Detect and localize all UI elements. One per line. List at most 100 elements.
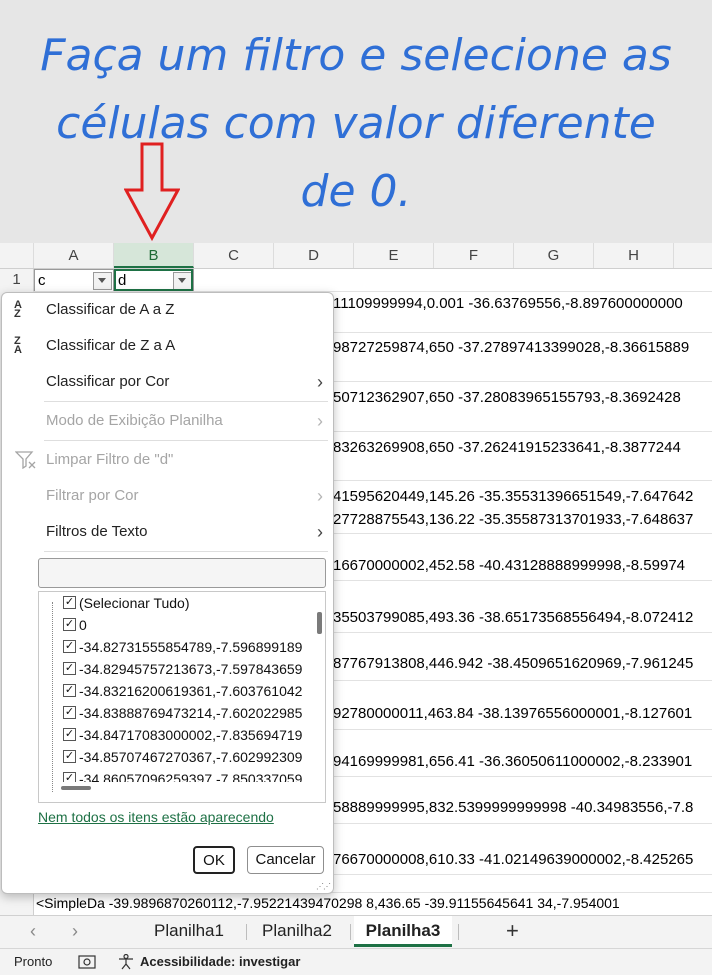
- tab-separator: [350, 924, 351, 940]
- checkbox-checked-icon[interactable]: ✓: [63, 662, 76, 675]
- sheet-tab-bar: ‹ › Planilha1 Planilha2 Planilha3 +: [0, 915, 712, 948]
- cell-a1-value: c: [38, 272, 46, 289]
- not-all-items-notice[interactable]: Nem todos os itens estão aparecendo: [38, 809, 274, 825]
- instruction-line-2: células com valor diferente: [56, 98, 656, 149]
- list-item-label: -34.82731555854789,-7.596899189: [79, 639, 303, 655]
- checkbox-checked-icon[interactable]: ✓: [63, 618, 76, 631]
- list-item[interactable]: ✓ -34.85707467270367,-7.602992309: [39, 746, 307, 768]
- sort-by-color-item[interactable]: Classificar por Cor ›: [2, 365, 333, 399]
- list-item[interactable]: ✓ -34.82731555854789,-7.596899189: [39, 636, 307, 658]
- down-arrow-icon: [124, 142, 180, 242]
- previous-sheet-icon[interactable]: ‹: [30, 916, 36, 946]
- checkbox-checked-icon[interactable]: ✓: [63, 684, 76, 697]
- cell-row-text: 50712362907,650 -37.28083965155793,-8.36…: [333, 389, 681, 406]
- cell-row-text: 41595620449,145.26 -35.35531396651549,-7…: [333, 488, 694, 505]
- sort-by-color-label: Classificar por Cor: [46, 373, 170, 390]
- list-item[interactable]: ✓ -34.86057096259397,-7.850337059: [39, 768, 307, 782]
- column-header-f[interactable]: F: [434, 243, 514, 268]
- checkbox-checked-icon[interactable]: ✓: [63, 772, 76, 782]
- row-header-1[interactable]: 1: [0, 271, 33, 288]
- cell-row-text: 35503799085,493.36 -38.65173568556494,-8…: [333, 609, 694, 626]
- column-header-b[interactable]: B: [114, 243, 194, 268]
- next-sheet-icon[interactable]: ›: [72, 916, 78, 946]
- tab-planilha2[interactable]: Planilha2: [250, 916, 344, 947]
- sort-a-to-z-label: Classificar de A a Z: [46, 301, 175, 318]
- filter-values-list[interactable]: ✓ (Selecionar Tudo) ✓ 0 ✓ -34.8273155585…: [38, 591, 326, 803]
- clear-filter-label: Limpar Filtro de "d": [46, 451, 174, 468]
- tab-planilha1[interactable]: Planilha1: [142, 916, 236, 947]
- cell-row-text: 98727259874,650 -37.27897413399028,-8.36…: [333, 339, 690, 356]
- sheet-view-item: Modo de Exibição Planilha ›: [2, 404, 333, 438]
- cell-row-text: 92780000011,463.84 -38.13976556000001,-8…: [333, 705, 693, 722]
- text-filters-label: Filtros de Texto: [46, 523, 148, 540]
- list-item[interactable]: ✓ -34.84717083000002,-7.835694719: [39, 724, 307, 746]
- list-item-label: -34.86057096259397,-7.850337059: [79, 771, 303, 782]
- column-header-e[interactable]: E: [354, 243, 434, 268]
- instruction-line-3: de 0.: [300, 166, 412, 217]
- resize-grip-icon[interactable]: ⋰⋰: [316, 882, 331, 891]
- list-item-label: -34.85707467270367,-7.602992309: [79, 749, 303, 765]
- cell-row-text: 27728875543,136.22 -35.35587313701933,-7…: [333, 511, 694, 528]
- list-horizontal-scrollbar[interactable]: [61, 786, 91, 790]
- cell-row-text: 83263269908,650 -37.26241915233641,-8.38…: [333, 439, 681, 456]
- list-item-label: -34.84717083000002,-7.835694719: [79, 727, 303, 743]
- accessibility-status[interactable]: Acessibilidade: investigar: [140, 954, 300, 969]
- cell-row-27-text: <SimpleDa -39.9896870260112,-7.952214394…: [36, 895, 620, 911]
- tab-planilha3[interactable]: Planilha3: [354, 916, 452, 947]
- checkbox-checked-icon[interactable]: ✓: [63, 596, 76, 609]
- sort-z-to-a-label: Classificar de Z a A: [46, 337, 176, 354]
- list-item[interactable]: ✓ -34.83216200619361,-7.603761042: [39, 680, 307, 702]
- text-filters-item[interactable]: Filtros de Texto ›: [2, 515, 333, 549]
- checkbox-checked-icon[interactable]: ✓: [63, 640, 76, 653]
- column-header-g[interactable]: G: [514, 243, 594, 268]
- menu-separator: [44, 401, 328, 402]
- list-vertical-scrollbar[interactable]: [317, 612, 322, 634]
- list-item[interactable]: ✓ 0: [39, 614, 307, 636]
- filter-dropdown-menu[interactable]: AZ Classificar de A a Z ZA Classificar d…: [1, 292, 334, 894]
- tab-separator: [246, 924, 247, 940]
- sort-descending-icon: ZA: [14, 335, 22, 356]
- cell-row-text: 16670000002,452.58 -40.43128888999998,-8…: [333, 557, 686, 574]
- active-cell-border: [114, 269, 193, 291]
- list-item[interactable]: ✓ -34.82945757213673,-7.597843659: [39, 658, 307, 680]
- list-item-select-all[interactable]: ✓ (Selecionar Tudo): [39, 592, 307, 614]
- list-item-label: -34.83888769473214,-7.602022985: [79, 705, 303, 721]
- macro-record-icon[interactable]: [78, 955, 96, 969]
- column-header-d[interactable]: D: [274, 243, 354, 268]
- filter-by-color-label: Filtrar por Cor: [46, 487, 139, 504]
- add-sheet-icon[interactable]: +: [506, 916, 519, 946]
- cell-row-text: 94169999981,656.41 -36.36050611000002,-8…: [333, 753, 693, 770]
- checkbox-checked-icon[interactable]: ✓: [63, 750, 76, 763]
- checkbox-checked-icon[interactable]: ✓: [63, 728, 76, 741]
- filter-search-input[interactable]: [38, 558, 326, 588]
- column-header-h[interactable]: H: [594, 243, 674, 268]
- select-all-corner[interactable]: [0, 243, 34, 268]
- clear-filter-icon: [15, 451, 36, 469]
- chevron-right-icon: ›: [317, 372, 323, 392]
- column-header-a[interactable]: A: [34, 243, 114, 268]
- sort-a-to-z-item[interactable]: AZ Classificar de A a Z: [2, 293, 333, 327]
- column-header-c[interactable]: C: [194, 243, 274, 268]
- list-item[interactable]: ✓ -34.83888769473214,-7.602022985: [39, 702, 307, 724]
- instruction-text: Faça um filtro e selecione as células co…: [0, 22, 712, 226]
- filter-dropdown-a[interactable]: [93, 272, 112, 290]
- menu-separator: [44, 440, 328, 441]
- cell-row-text: 11109999994,0.001 -36.63769556,-8.897600…: [333, 295, 683, 312]
- cancel-button[interactable]: Cancelar: [247, 846, 324, 874]
- checkbox-checked-icon[interactable]: ✓: [63, 706, 76, 719]
- list-item-label: -34.83216200619361,-7.603761042: [79, 683, 303, 699]
- chevron-right-icon: ›: [317, 411, 323, 431]
- status-ready: Pronto: [14, 954, 53, 969]
- instruction-banner: Faça um filtro e selecione as células co…: [0, 0, 712, 243]
- sort-z-to-a-item[interactable]: ZA Classificar de Z a A: [2, 329, 333, 363]
- accessibility-icon[interactable]: [117, 954, 135, 970]
- list-item-label: -34.82945757213673,-7.597843659: [79, 661, 303, 677]
- cell-row-text: 58889999995,832.5399999999998 -40.349835…: [333, 799, 694, 816]
- chevron-right-icon: ›: [317, 522, 323, 542]
- sort-ascending-icon: AZ: [14, 299, 22, 320]
- instruction-line-1: Faça um filtro e selecione as: [40, 30, 672, 81]
- chevron-right-icon: ›: [317, 486, 323, 506]
- column-headers: A B C D E F G H: [0, 243, 712, 269]
- cell-a1[interactable]: c: [34, 269, 114, 293]
- ok-button[interactable]: OK: [193, 846, 235, 874]
